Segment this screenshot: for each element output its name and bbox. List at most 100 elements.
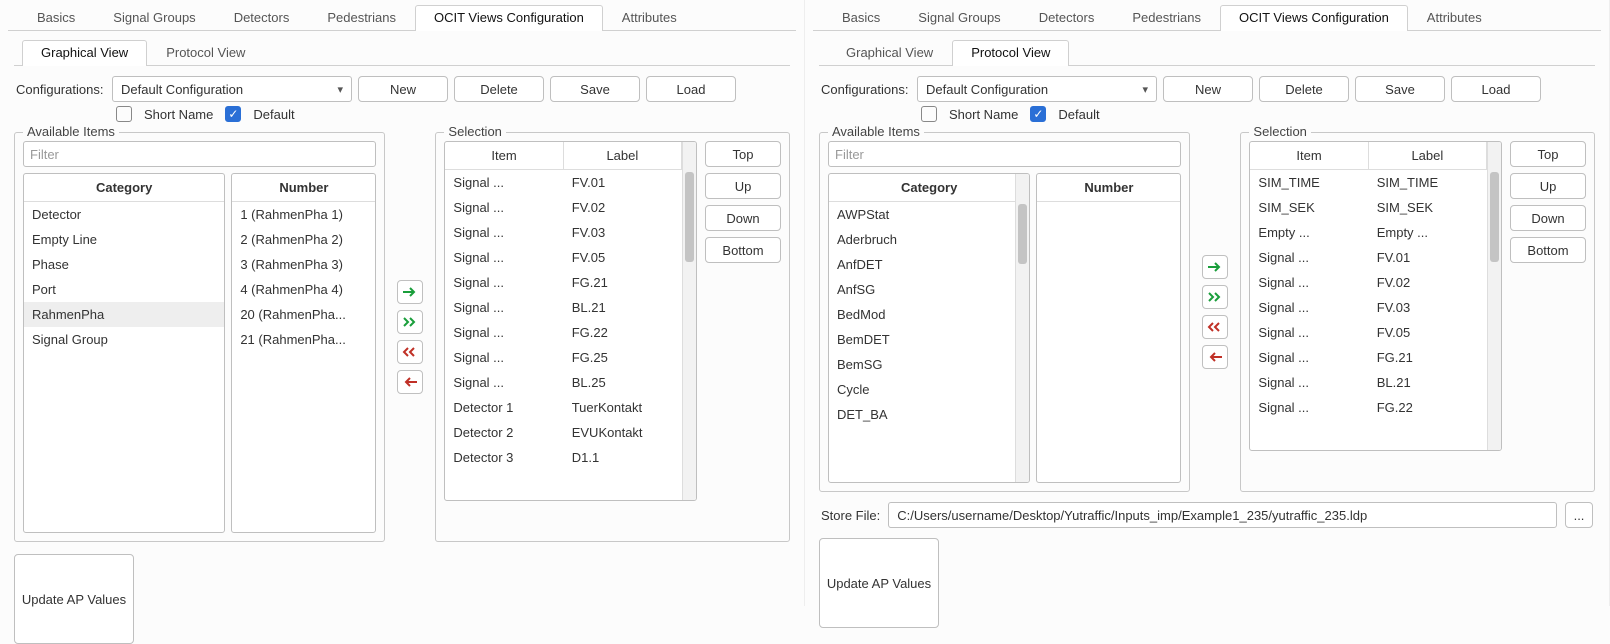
table-row[interactable]: Signal ...BL.25 (445, 370, 682, 395)
top-button[interactable]: Top (705, 141, 781, 167)
store-file-input[interactable]: C:/Users/username/Desktop/Yutraffic/Inpu… (888, 502, 1557, 528)
filter-input[interactable]: Filter (828, 141, 1181, 167)
list-item[interactable]: BemSG (829, 352, 1029, 377)
down-button[interactable]: Down (1510, 205, 1586, 231)
bottom-button[interactable]: Bottom (1510, 237, 1586, 263)
category-header[interactable]: Category (24, 174, 224, 202)
table-row[interactable]: Detector 3D1.1 (445, 445, 682, 470)
table-row[interactable]: Signal ...FV.03 (1250, 295, 1487, 320)
table-row[interactable]: Signal ...FV.02 (1250, 270, 1487, 295)
category-header[interactable]: Category (829, 174, 1029, 202)
tab-pedestrians[interactable]: Pedestrians (1113, 5, 1220, 31)
table-row[interactable]: Signal ...FG.22 (445, 320, 682, 345)
update-ap-values-button[interactable]: Update AP Values (14, 554, 134, 644)
list-item[interactable]: Empty Line (24, 227, 224, 252)
filter-input[interactable]: Filter (23, 141, 376, 167)
delete-button[interactable]: Delete (454, 76, 544, 102)
bottom-button[interactable]: Bottom (705, 237, 781, 263)
tab-detectors[interactable]: Detectors (1020, 5, 1114, 31)
tab-detectors[interactable]: Detectors (215, 5, 309, 31)
table-row[interactable]: Signal ...FV.05 (1250, 320, 1487, 345)
list-item[interactable]: Cycle (829, 377, 1029, 402)
label-col-header[interactable]: Label (564, 142, 682, 169)
table-row[interactable]: Signal ...FG.21 (1250, 345, 1487, 370)
number-header[interactable]: Number (1037, 174, 1180, 202)
tab-ocit-views-configuration[interactable]: OCIT Views Configuration (415, 5, 603, 31)
table-row[interactable]: Signal ...FV.02 (445, 195, 682, 220)
move-all-right-button[interactable] (1202, 285, 1228, 309)
list-item[interactable]: Detector (24, 202, 224, 227)
new-button[interactable]: New (1163, 76, 1253, 102)
tab-graphical-view[interactable]: Graphical View (22, 40, 147, 66)
new-button[interactable]: New (358, 76, 448, 102)
list-item[interactable]: RahmenPha (24, 302, 224, 327)
list-item[interactable]: 2 (RahmenPha 2) (232, 227, 375, 252)
table-row[interactable]: SIM_SEKSIM_SEK (1250, 195, 1487, 220)
table-row[interactable]: Signal ...FV.01 (445, 170, 682, 195)
number-header[interactable]: Number (232, 174, 375, 202)
list-item[interactable]: AWPStat (829, 202, 1029, 227)
save-button[interactable]: Save (550, 76, 640, 102)
scrollbar[interactable] (1487, 142, 1501, 450)
tab-basics[interactable]: Basics (823, 5, 899, 31)
move-left-button[interactable] (397, 370, 423, 394)
load-button[interactable]: Load (646, 76, 736, 102)
table-row[interactable]: Empty ...Empty ... (1250, 220, 1487, 245)
list-item[interactable]: BemDET (829, 327, 1029, 352)
move-all-left-button[interactable] (397, 340, 423, 364)
configurations-select[interactable]: Default Configuration ▾ (917, 76, 1157, 102)
tab-protocol-view[interactable]: Protocol View (952, 40, 1069, 66)
move-left-button[interactable] (1202, 345, 1228, 369)
item-col-header[interactable]: Item (445, 142, 563, 169)
scrollbar[interactable] (682, 142, 696, 500)
tab-protocol-view[interactable]: Protocol View (147, 40, 264, 66)
configurations-select[interactable]: Default Configuration ▾ (112, 76, 352, 102)
list-item[interactable]: DET_BA (829, 402, 1029, 427)
move-all-right-button[interactable] (397, 310, 423, 334)
table-row[interactable]: Signal ...FG.21 (445, 270, 682, 295)
label-col-header[interactable]: Label (1369, 142, 1487, 169)
tab-attributes[interactable]: Attributes (603, 5, 696, 31)
move-right-button[interactable] (397, 280, 423, 304)
table-row[interactable]: Signal ...BL.21 (1250, 370, 1487, 395)
delete-button[interactable]: Delete (1259, 76, 1349, 102)
scrollbar[interactable] (1015, 174, 1029, 482)
table-row[interactable]: Signal ...FG.25 (445, 345, 682, 370)
tab-basics[interactable]: Basics (18, 5, 94, 31)
down-button[interactable]: Down (705, 205, 781, 231)
table-row[interactable]: Detector 2EVUKontakt (445, 420, 682, 445)
table-row[interactable]: Signal ...FV.05 (445, 245, 682, 270)
list-item[interactable]: Signal Group (24, 327, 224, 352)
table-row[interactable]: Signal ...FV.01 (1250, 245, 1487, 270)
list-item[interactable]: 21 (RahmenPha... (232, 327, 375, 352)
table-row[interactable]: Signal ...FG.22 (1250, 395, 1487, 420)
update-ap-values-button[interactable]: Update AP Values (819, 538, 939, 628)
up-button[interactable]: Up (1510, 173, 1586, 199)
list-item[interactable]: AnfDET (829, 252, 1029, 277)
list-item[interactable]: Port (24, 277, 224, 302)
short-name-checkbox[interactable] (116, 106, 132, 122)
up-button[interactable]: Up (705, 173, 781, 199)
item-col-header[interactable]: Item (1250, 142, 1368, 169)
list-item[interactable]: Aderbruch (829, 227, 1029, 252)
default-checkbox[interactable]: ✓ (225, 106, 241, 122)
tab-ocit-views-configuration[interactable]: OCIT Views Configuration (1220, 5, 1408, 31)
move-all-left-button[interactable] (1202, 315, 1228, 339)
tab-attributes[interactable]: Attributes (1408, 5, 1501, 31)
list-item[interactable]: 1 (RahmenPha 1) (232, 202, 375, 227)
list-item[interactable]: 4 (RahmenPha 4) (232, 277, 375, 302)
tab-pedestrians[interactable]: Pedestrians (308, 5, 415, 31)
tab-signal-groups[interactable]: Signal Groups (899, 5, 1019, 31)
list-item[interactable]: BedMod (829, 302, 1029, 327)
browse-button[interactable]: ... (1565, 502, 1593, 528)
move-right-button[interactable] (1202, 255, 1228, 279)
table-row[interactable]: Detector 1TuerKontakt (445, 395, 682, 420)
list-item[interactable]: 20 (RahmenPha... (232, 302, 375, 327)
table-row[interactable]: Signal ...BL.21 (445, 295, 682, 320)
list-item[interactable]: Phase (24, 252, 224, 277)
load-button[interactable]: Load (1451, 76, 1541, 102)
list-item[interactable]: AnfSG (829, 277, 1029, 302)
short-name-checkbox[interactable] (921, 106, 937, 122)
table-row[interactable]: Signal ...FV.03 (445, 220, 682, 245)
tab-signal-groups[interactable]: Signal Groups (94, 5, 214, 31)
